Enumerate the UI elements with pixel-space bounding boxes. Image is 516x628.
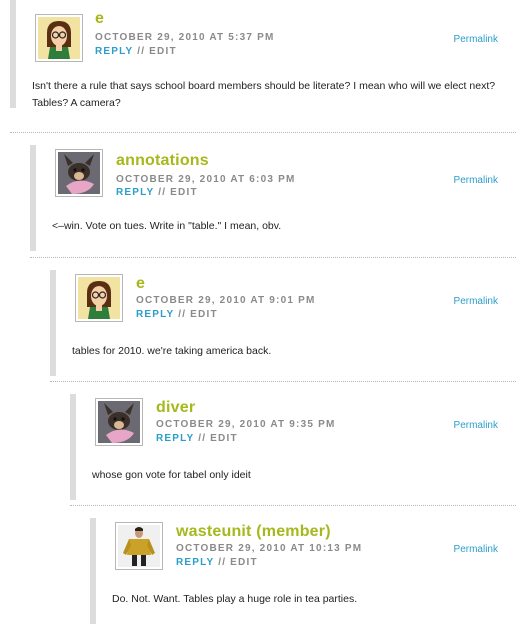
comment-actions: REPLY // EDIT [176,557,258,568]
comment-text: whose gon vote for tabel only ideit [92,469,251,481]
comment-thread-bar [90,518,96,624]
comment-author[interactable]: annotations [116,152,209,170]
comment-actions: REPLY // EDIT [136,309,218,320]
action-separator: // [178,309,191,320]
edit-link[interactable]: EDIT [230,557,258,568]
avatar[interactable] [115,522,163,570]
comment-date: OCTOBER 29, 2010 AT 6:03 PM [116,174,296,185]
reply-link[interactable]: REPLY [95,46,133,57]
cartoon-woman-avatar-icon [78,277,120,319]
comment-date: OCTOBER 29, 2010 AT 10:13 PM [176,543,363,554]
permalink-link[interactable]: Permalink [454,34,498,45]
comment-thread-bar [30,145,36,251]
action-separator: // [137,46,150,57]
comment-date: OCTOBER 29, 2010 AT 9:01 PM [136,295,316,306]
comment-thread-bar [70,394,76,500]
edit-link[interactable]: EDIT [210,433,238,444]
edit-link[interactable]: EDIT [190,309,218,320]
reply-link[interactable]: REPLY [176,557,214,568]
comment-4: diver OCTOBER 29, 2010 AT 9:35 PM REPLY … [70,382,516,506]
avatar[interactable] [35,14,83,62]
comment-thread-bar [50,270,56,376]
action-separator: // [158,187,171,198]
permalink-link[interactable]: Permalink [454,420,498,431]
comment-date: OCTOBER 29, 2010 AT 5:37 PM [95,32,275,43]
avatar[interactable] [75,274,123,322]
comment-author[interactable]: e [95,10,104,28]
comment-actions: REPLY // EDIT [95,46,177,57]
comment-text: tables for 2010. we're taking america ba… [72,345,272,357]
comment-actions: REPLY // EDIT [116,187,198,198]
avatar[interactable] [95,398,143,446]
comment-actions: REPLY // EDIT [156,433,238,444]
edit-link[interactable]: EDIT [170,187,198,198]
comment-date: OCTOBER 29, 2010 AT 9:35 PM [156,419,336,430]
comment-2: annotations OCTOBER 29, 2010 AT 6:03 PM … [30,133,516,258]
reply-link[interactable]: REPLY [136,309,174,320]
edit-link[interactable]: EDIT [149,46,177,57]
permalink-link[interactable]: Permalink [454,544,498,555]
comment-author[interactable]: wasteunit (member) [176,523,331,541]
cartoon-woman-avatar-icon [38,17,80,59]
action-separator: // [198,433,211,444]
avatar[interactable] [55,149,103,197]
gold-jacket-person-avatar-icon [118,525,160,567]
chihuahua-photo-avatar-icon [58,152,100,194]
comment-author[interactable]: e [136,275,145,293]
action-separator: // [218,557,231,568]
comment-1: e OCTOBER 29, 2010 AT 5:37 PM REPLY // E… [10,0,516,140]
comment-5: wasteunit (member) OCTOBER 29, 2010 AT 1… [90,506,516,628]
comment-thread-bar [10,0,16,108]
comment-author[interactable]: diver [156,399,195,417]
comment-text: <–win. Vote on tues. Write in "table." I… [52,220,282,232]
reply-link[interactable]: REPLY [116,187,154,198]
comment-3: e OCTOBER 29, 2010 AT 9:01 PM REPLY // E… [50,258,516,382]
permalink-link[interactable]: Permalink [454,175,498,186]
reply-link[interactable]: REPLY [156,433,194,444]
comment-text: Do. Not. Want. Tables play a huge role i… [112,593,358,605]
comment-text: Isn't there a rule that says school boar… [32,80,496,109]
permalink-link[interactable]: Permalink [454,296,498,307]
chihuahua-photo-avatar-icon [98,401,140,443]
